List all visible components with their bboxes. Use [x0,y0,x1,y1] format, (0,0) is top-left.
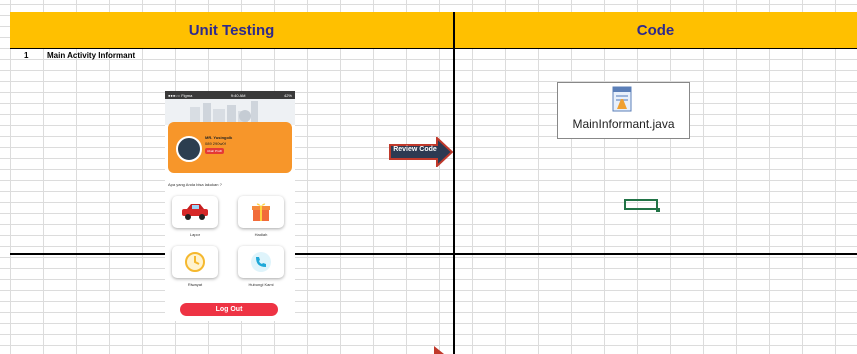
selected-cell[interactable] [624,199,658,210]
carrier-label: ●●●○○ Figma [168,92,193,98]
phone-screenshot: ●●●○○ Figma 9:40 AM 42% MR. Yusingolk 08… [165,91,295,321]
review-code-button[interactable]: Review Code [391,146,439,153]
arrow-tip-icon [434,346,444,354]
menu-question: Apa yang Anda bisa lakukan ? [168,182,222,187]
row-divider [10,253,857,255]
embedded-file-object[interactable]: MainInformant.java [557,82,690,139]
header-code[interactable]: Code [454,12,857,49]
avatar [176,136,202,162]
file-name-label: MainInformant.java [572,117,675,131]
menu-label-hadiah: Hadiah [254,232,268,237]
menu-tile-lapor[interactable] [172,196,218,228]
document-file-icon [612,86,632,112]
menu-label-lapor: Lapor [189,232,201,237]
phone-call-icon [251,252,271,272]
fill-handle[interactable] [656,208,660,212]
time-label: 9:40 AM [230,92,246,98]
header-unit-testing-label: Unit Testing [188,21,275,39]
logout-button[interactable]: Log Out [180,303,278,316]
header-unit-testing[interactable]: Unit Testing [10,12,453,49]
column-divider [453,12,455,354]
menu-tile-hubungi[interactable] [238,246,284,278]
menu-label-hubungi: Hubungi Kami [248,282,274,287]
car-icon [182,204,208,220]
header-code-label: Code [636,21,675,39]
row-title: Main Activity Informant [47,51,136,60]
edit-profile-button[interactable]: Ubah Profil [205,148,224,154]
history-clock-icon [185,252,205,272]
profile-card[interactable]: MR. Yusingolk 089 290w0f Ubah Profil [168,122,292,173]
battery-label: 42% [283,92,292,98]
menu-tile-hadiah[interactable] [238,196,284,228]
user-id: 089 290w0f [205,141,226,146]
user-name: MR. Yusingolk [205,135,233,140]
menu-tile-riwayat[interactable] [172,246,218,278]
phone-status-bar: ●●●○○ Figma 9:40 AM 42% [165,91,295,99]
gift-icon [252,203,270,221]
menu-label-riwayat: Riwayat [187,282,203,287]
row-number: 1 [24,51,29,60]
